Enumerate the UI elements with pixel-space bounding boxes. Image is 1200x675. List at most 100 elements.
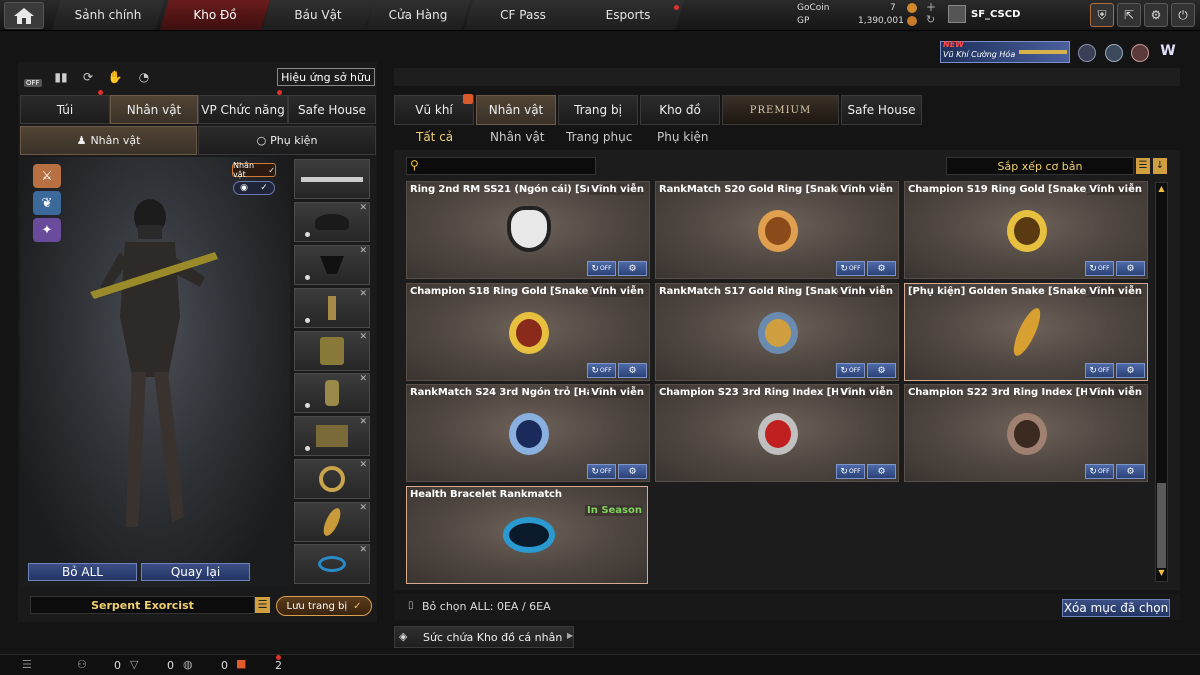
subtab-character[interactable]: ♟ Nhân vật (20, 126, 197, 155)
scrollbar[interactable]: ▲ ▼ (1155, 182, 1168, 582)
storage-capacity-bar[interactable]: ◈ Sức chứa Kho đồ cá nhân ▶ (394, 626, 574, 648)
auto-renew-off-button[interactable]: ↻ OFF (836, 464, 865, 479)
item-settings-button[interactable]: ⚙ (618, 464, 647, 479)
pose-icon[interactable]: ✋ (106, 69, 124, 85)
item-card[interactable]: [Phụ kiện] Golden Snake [Snake] Vĩnh viễn… (904, 283, 1148, 381)
power-icon[interactable]: ⏻ (1171, 3, 1195, 27)
item-card[interactable]: Ring 2nd RM SS21 (Ngón cái) [Snake] Vĩnh … (406, 181, 650, 279)
globe-icon[interactable] (1105, 44, 1123, 62)
chat-icon[interactable]: ◍ (183, 658, 193, 671)
slot-ring[interactable]: ✕ (294, 459, 370, 499)
scroll-up-icon[interactable]: ▲ (1157, 184, 1166, 196)
slot-weapon[interactable] (294, 159, 370, 199)
home-button[interactable] (4, 2, 44, 29)
auto-renew-off-button[interactable]: ↻ OFF (587, 363, 616, 378)
subtab-accessories[interactable]: ○ Phụ kiện (198, 126, 376, 155)
item-settings-button[interactable]: ⚙ (1116, 464, 1145, 479)
menu-icon[interactable]: ☰ (1136, 158, 1150, 174)
item-settings-button[interactable]: ⚙ (618, 261, 647, 276)
close-icon[interactable]: ✕ (359, 374, 367, 384)
friends-icon[interactable]: ⚇ (77, 658, 87, 671)
auto-renew-off-button[interactable]: ↻ OFF (1085, 363, 1114, 378)
right-tab-safe-house[interactable]: Safe House (841, 95, 922, 125)
filter-accessories[interactable]: Phụ kiện (657, 130, 709, 144)
auto-renew-off-button[interactable]: ↻ OFF (836, 261, 865, 276)
item-card[interactable]: Champion S19 Ring Gold [Snake] Vĩnh viễn ↻… (904, 181, 1148, 279)
item-card[interactable]: RankMatch S20 Gold Ring [Snake] Vĩnh viễn… (655, 181, 899, 279)
left-tab-vp-function[interactable]: VP Chức năng (198, 95, 288, 124)
item-card[interactable]: Champion S22 3rd Ring Index [Hawk] Vĩnh v… (904, 384, 1148, 482)
search-input[interactable] (427, 159, 592, 173)
item-settings-button[interactable]: ⚙ (867, 363, 896, 378)
filter-character[interactable]: Nhân vật (490, 130, 545, 144)
close-icon[interactable]: ✕ (359, 203, 367, 213)
auto-renew-off-button[interactable]: ↻ OFF (1085, 464, 1114, 479)
w-logo-icon[interactable]: W (1157, 43, 1179, 63)
clan-icon[interactable]: ▽ (130, 658, 138, 671)
item-settings-button[interactable]: ⚙ (867, 464, 896, 479)
nav-tab-shop[interactable]: Cửa Hàng (366, 0, 470, 30)
close-icon[interactable]: ✕ (359, 289, 367, 299)
item-settings-button[interactable]: ⚙ (1116, 363, 1145, 378)
item-card[interactable]: RankMatch S24 3rd Ngón trỏ [Hawk] Vĩnh vi… (406, 384, 650, 482)
visibility-toggle[interactable]: ◉ ✓ (233, 181, 275, 195)
close-icon[interactable]: ✕ (359, 246, 367, 256)
right-tab-character[interactable]: Nhân vật (476, 95, 556, 125)
slot-grenade[interactable]: ✕ (294, 373, 370, 413)
slot-helmet[interactable]: ✕ (294, 202, 370, 242)
right-tab-premium[interactable]: PREMIUM (722, 95, 839, 125)
stats-icon[interactable]: ▮▮ (52, 69, 70, 85)
back-button[interactable]: Quay lại (141, 563, 250, 581)
gift-icon[interactable]: ■ (236, 657, 246, 670)
nav-tab-lobby[interactable]: Sảnh chính (52, 0, 164, 30)
wings-icon[interactable]: ❦ (33, 191, 61, 215)
right-tab-equipment[interactable]: Trang bị (558, 95, 638, 125)
preset-name-field[interactable]: Serpent Exorcist (30, 596, 255, 614)
filter-outfit[interactable]: Trang phục (566, 130, 632, 144)
auto-renew-off-button[interactable]: ↻ OFF (1085, 261, 1114, 276)
right-tab-storage[interactable]: Kho đồ (640, 95, 720, 125)
slot-bracelet[interactable]: ✕ (294, 544, 370, 584)
rotate-icon[interactable]: ⟳ (79, 69, 97, 85)
sort-order-icon[interactable]: ↓ (1153, 158, 1167, 174)
spray-icon[interactable]: ✦ (33, 218, 61, 242)
nav-tab-cf-pass[interactable]: CF Pass (464, 0, 582, 30)
nav-tab-inventory[interactable]: Kho Đồ (160, 0, 270, 30)
item-settings-button[interactable]: ⚙ (867, 261, 896, 276)
left-tab-bag[interactable]: Túi (20, 95, 110, 124)
item-settings-button[interactable]: ⚙ (618, 363, 647, 378)
close-icon[interactable]: ✕ (359, 545, 367, 555)
item-card[interactable]: Champion S18 Ring Gold [Snake] Vĩnh viễn ↻… (406, 283, 650, 381)
slot-pouch[interactable]: ✕ (294, 416, 370, 456)
deselect-all-text[interactable]: Bỏ chọn ALL: 0EA / 6EA (422, 600, 551, 613)
item-settings-button[interactable]: ⚙ (1116, 261, 1145, 276)
menu-icon[interactable]: ☰ (255, 597, 270, 613)
ownership-effects-button[interactable]: Hiệu ứng sở hữu (277, 68, 375, 86)
left-tab-safe-house[interactable]: Safe House (288, 95, 376, 124)
character-badge[interactable]: Nhân vật ✓ (232, 161, 276, 179)
refresh-icon[interactable]: ↻ (926, 13, 935, 26)
filter-all[interactable]: Tất cả (416, 130, 453, 144)
close-icon[interactable]: ✕ (359, 503, 367, 513)
add-gocoin-icon[interactable]: + (926, 0, 936, 14)
emblem-icon[interactable]: ⚔ (33, 164, 61, 188)
shield-icon[interactable]: ⛨ (1090, 3, 1114, 27)
slot-backpack[interactable]: ✕ (294, 331, 370, 371)
auto-renew-off-button[interactable]: ↻ OFF (587, 261, 616, 276)
left-tab-character[interactable]: Nhân vật (110, 95, 198, 124)
auto-renew-off-button[interactable]: ↻ OFF (587, 464, 616, 479)
auto-renew-off-button[interactable]: ↻ OFF (836, 363, 865, 378)
slot-radio[interactable]: ✕ (294, 288, 370, 328)
list-icon[interactable]: ☰ (22, 658, 32, 671)
weapon-upgrade-banner[interactable]: NEW Vũ Khí Cường Hóa (940, 40, 1070, 63)
delete-selected-button[interactable]: Xóa mục đã chọn (1062, 599, 1170, 617)
slot-mask[interactable]: ✕ (294, 245, 370, 285)
item-card[interactable]: RankMatch S17 Gold Ring [Snake] Vĩnh viễn… (655, 283, 899, 381)
item-card[interactable]: Health Bracelet Rankmatch In Season (406, 486, 648, 584)
scroll-thumb[interactable] (1157, 483, 1166, 568)
save-equipment-button[interactable]: Lưu trang bị ✓ (276, 596, 372, 616)
close-icon[interactable]: ✕ (359, 417, 367, 427)
scroll-down-icon[interactable]: ▼ (1157, 568, 1166, 580)
character-preview[interactable]: ⚔ ❦ ✦ Nhân vật ✓ ◉ ✓ (20, 157, 290, 587)
close-icon[interactable]: ✕ (359, 460, 367, 470)
